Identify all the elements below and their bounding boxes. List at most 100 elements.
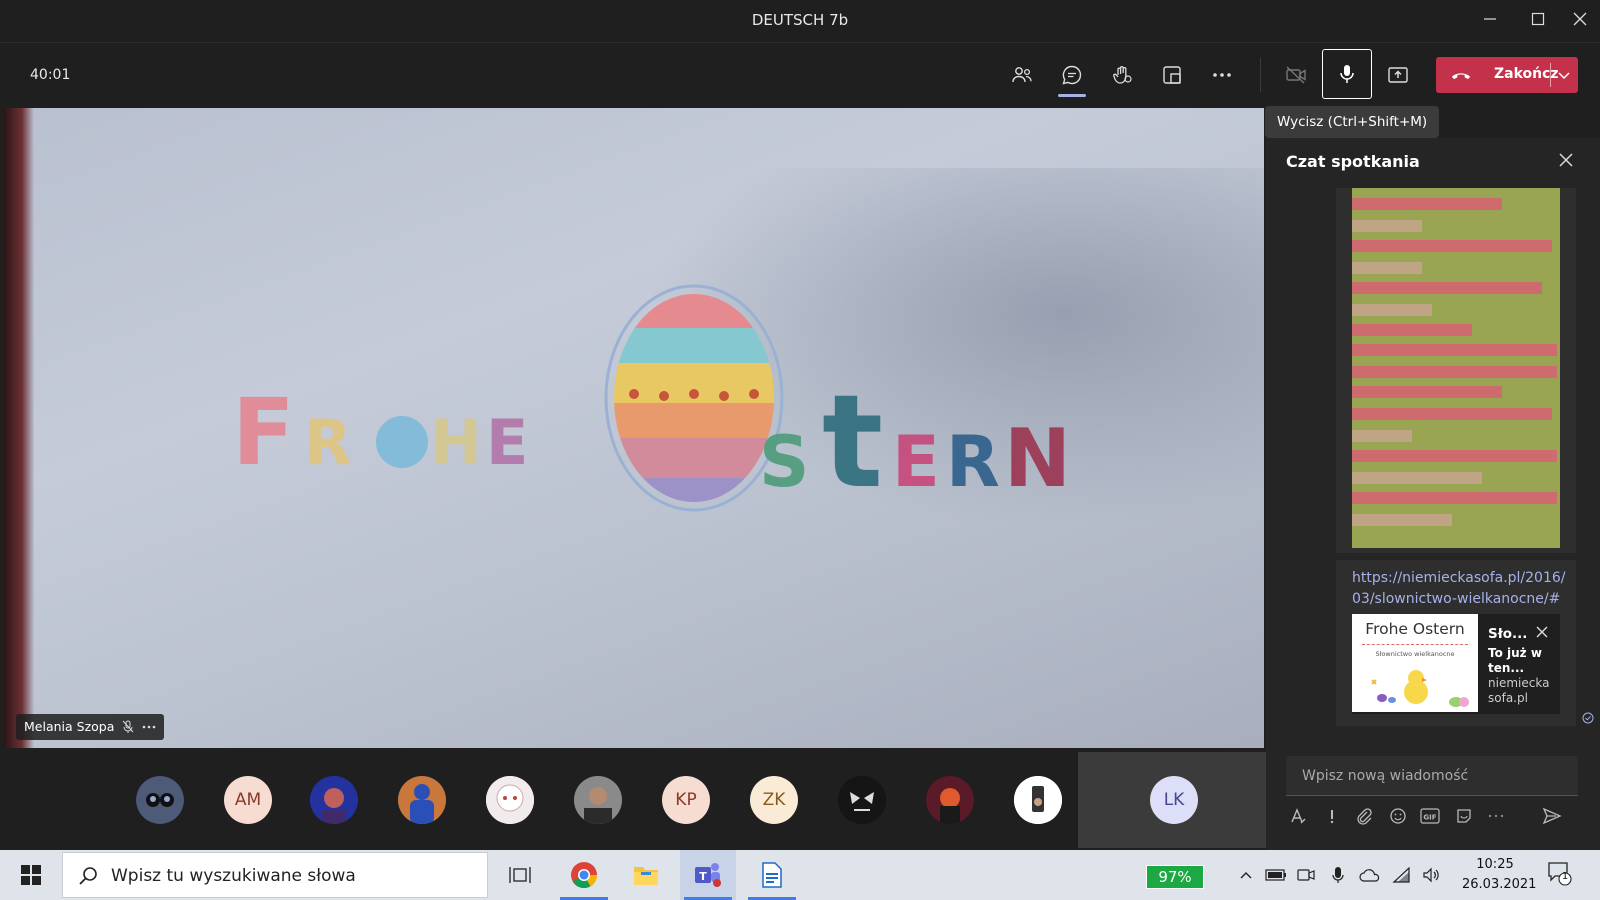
chat-link[interactable]: https://niemieckasofa.pl/2016/03/slownic… (1352, 568, 1568, 610)
participant-avatar[interactable] (310, 776, 358, 824)
reactions-button[interactable] (1102, 55, 1142, 95)
title-bar: DEUTSCH 7b (0, 0, 1600, 42)
important-button[interactable] (1320, 804, 1344, 828)
onedrive-tray-icon[interactable] (1358, 863, 1382, 887)
chat-message-image (1336, 188, 1576, 553)
participant-avatar[interactable]: AM (224, 776, 272, 824)
chevron-down-icon[interactable] (1556, 65, 1572, 85)
system-clock[interactable]: 10:25 26.03.2021 (1462, 855, 1537, 895)
toolbar-separator (1260, 58, 1261, 92)
wifi-tray-icon[interactable] (1390, 863, 1414, 887)
more-actions-button[interactable] (1202, 55, 1242, 95)
breakout-rooms-icon (1163, 66, 1181, 84)
speaker-icon (1423, 867, 1439, 883)
format-button[interactable] (1286, 804, 1310, 828)
preview-divider (1362, 644, 1468, 646)
close-preview-icon[interactable] (1534, 624, 1550, 640)
participant-avatar[interactable] (398, 776, 446, 824)
task-view-button[interactable] (492, 850, 548, 900)
taskbar-app-teams[interactable]: T (680, 850, 736, 900)
participant-avatar[interactable] (1014, 776, 1062, 824)
participant-name-tag: Melania Szopa (16, 714, 165, 740)
message-input[interactable] (1286, 756, 1578, 796)
attach-button[interactable] (1352, 804, 1376, 828)
maximize-icon (1531, 12, 1545, 26)
show-hidden-icons-button[interactable] (1234, 863, 1258, 887)
close-window-button[interactable] (1566, 8, 1594, 34)
preview-description: To już w ten... (1488, 646, 1542, 675)
image-text-line (1352, 324, 1472, 336)
image-text-line (1352, 240, 1552, 252)
close-chat-icon[interactable] (1556, 150, 1576, 170)
image-text-line (1352, 492, 1557, 504)
windows-logo-icon (21, 865, 41, 885)
battery-indicator[interactable]: 97% (1146, 865, 1204, 889)
taskbar-app-explorer[interactable] (618, 850, 674, 900)
taskbar-search[interactable]: Wpisz tu wyszukiwane słowa (62, 852, 488, 898)
sign-letter-r2: R (946, 421, 1000, 503)
raise-hand-icon (1113, 66, 1132, 84)
meet-now-tray-icon[interactable] (1294, 863, 1318, 887)
participant-avatar[interactable] (574, 776, 622, 824)
read-receipt-icon (1582, 712, 1594, 724)
main-video: F R H E S t E R N Melania Szopa (4, 108, 1264, 748)
image-text-line (1352, 366, 1557, 378)
chat-message-link: https://niemieckasofa.pl/2016/03/slownic… (1336, 560, 1576, 726)
gif-icon: GIF (1420, 808, 1440, 824)
participant-avatar[interactable] (136, 776, 184, 824)
maximize-button[interactable] (1524, 8, 1552, 34)
chat-button[interactable] (1052, 55, 1092, 97)
participants-button[interactable] (1002, 55, 1042, 95)
share-screen-button[interactable] (1378, 55, 1418, 95)
notification-count: 1 (1561, 871, 1569, 882)
message-compose-box (1286, 756, 1578, 796)
minimize-button[interactable] (1476, 8, 1504, 34)
exclamation-icon (1330, 810, 1334, 824)
participant-avatar[interactable] (926, 776, 974, 824)
start-button[interactable] (10, 850, 52, 900)
emoji-icon (1390, 808, 1406, 824)
microphone-tray-icon[interactable] (1326, 863, 1350, 887)
task-view-icon (509, 867, 531, 883)
volume-tray-icon[interactable] (1420, 863, 1444, 887)
image-text-line (1352, 472, 1482, 484)
image-text-line (1352, 282, 1542, 294)
anime-avatar-icon (486, 776, 534, 824)
shared-vocabulary-image (1352, 188, 1560, 548)
chrome-icon (571, 862, 598, 889)
taskbar-app-chrome[interactable] (556, 850, 612, 900)
participant-avatar[interactable] (838, 776, 886, 824)
rooms-button[interactable] (1152, 55, 1192, 95)
document-icon (762, 862, 782, 888)
end-call-button[interactable]: Zakończ (1436, 57, 1578, 93)
sign-letter-r: R (304, 406, 352, 479)
window-title: DEUTSCH 7b (751, 11, 849, 29)
share-icon (1388, 67, 1408, 83)
notification-center-button[interactable]: 1 (1546, 860, 1574, 890)
participant-avatar[interactable] (486, 776, 534, 824)
gif-button[interactable]: GIF (1418, 804, 1442, 828)
sign-letter-f: F (232, 379, 295, 486)
camera-button[interactable] (1276, 55, 1316, 95)
link-preview-card[interactable]: Frohe Ostern Słownictwo wielkanocne Sło.… (1352, 614, 1560, 714)
participant-avatar[interactable]: ZK (750, 776, 798, 824)
clock-date: 26.03.2021 (1462, 877, 1537, 892)
emoji-button[interactable] (1386, 804, 1410, 828)
send-button[interactable] (1540, 804, 1564, 828)
mute-button[interactable] (1322, 49, 1372, 99)
cloud-icon (1359, 869, 1380, 882)
sign-letter-t: t (822, 368, 883, 517)
participant-avatar[interactable]: LK (1150, 776, 1198, 824)
more-options-button[interactable] (1484, 804, 1508, 828)
active-participant-tile[interactable]: LK (1078, 752, 1266, 848)
more-options-icon[interactable] (142, 720, 156, 734)
chat-icon (1062, 65, 1082, 85)
sign-letter-s: S (759, 421, 809, 503)
taskbar-app-writer[interactable] (744, 850, 800, 900)
image-text-line (1352, 198, 1502, 210)
search-placeholder: Wpisz tu wyszukiwane słowa (111, 866, 356, 886)
easter-chick-icon (1371, 670, 1469, 707)
sticker-button[interactable] (1452, 804, 1476, 828)
participant-avatar[interactable]: KP (662, 776, 710, 824)
battery-tray-icon[interactable] (1264, 863, 1288, 887)
